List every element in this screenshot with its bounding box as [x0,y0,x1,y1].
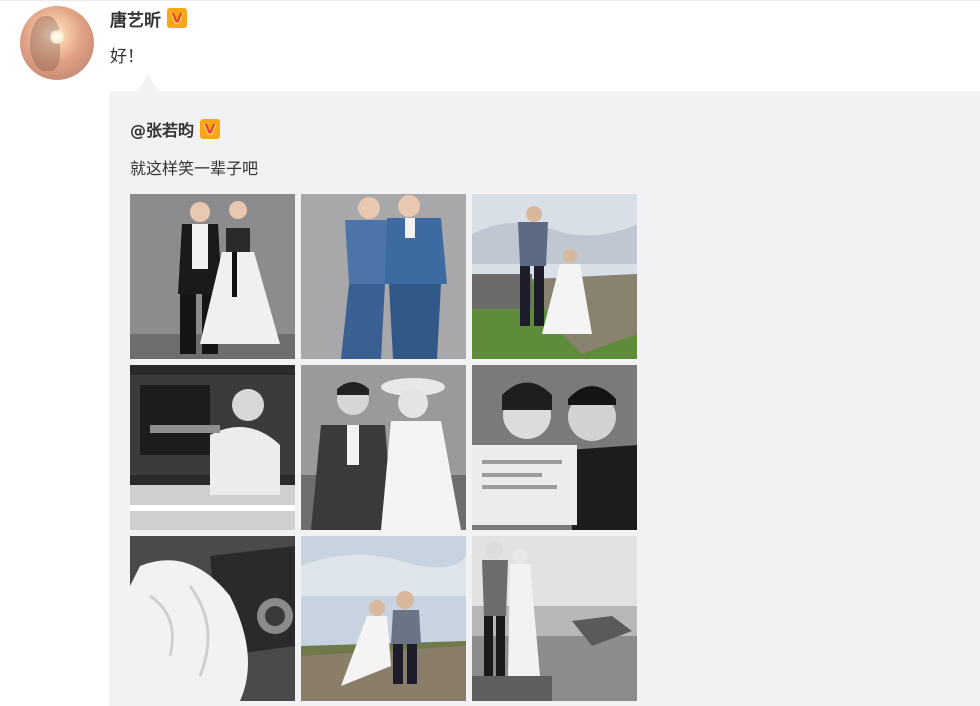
divider [0,0,980,1]
avatar[interactable] [20,6,94,80]
photo-thumbnail-8[interactable] [301,536,466,701]
post-text: 好！ [110,47,144,67]
photo-thumbnail-6[interactable] [472,365,637,530]
photo-grid [130,194,637,701]
photo-thumbnail-3[interactable] [472,194,637,359]
photo-thumbnail-9[interactable] [472,536,637,701]
quoted-post-header: @张若昀 [130,117,221,141]
post-header: 唐艺昕 [110,6,187,31]
photo-thumbnail-1[interactable] [130,194,295,359]
user-name-link[interactable]: 唐艺昕 [110,6,161,31]
quoted-user-name-link[interactable]: @张若昀 [130,117,194,141]
photo-thumbnail-7[interactable] [130,536,295,701]
verified-v-badge-icon[interactable] [167,8,187,28]
weibo-repost-card: 唐艺昕 好！ @张若昀 就这样笑一辈子吧 [0,0,980,706]
quote-pointer [138,74,158,91]
photo-thumbnail-4[interactable] [130,365,295,530]
verified-v-badge-icon[interactable] [200,119,221,139]
photo-thumbnail-2[interactable] [301,194,466,359]
photo-thumbnail-5[interactable] [301,365,466,530]
quoted-post-text: 就这样笑一辈子吧 [130,159,259,178]
